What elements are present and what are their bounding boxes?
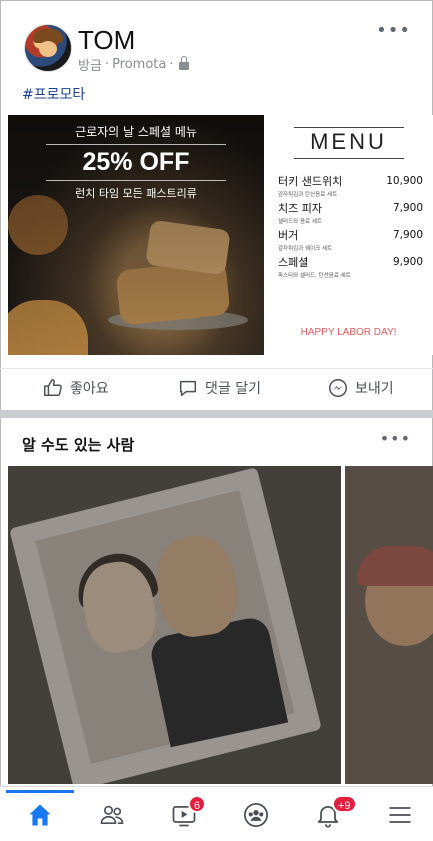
menu-icon [389, 806, 411, 823]
share-button[interactable]: 보내기 [327, 377, 394, 399]
post-meta: 방금 · Promota · [78, 55, 189, 74]
promo-footer: 런치 타임 모든 패스트리류 [75, 187, 197, 200]
notifications-badge: +9 [332, 795, 357, 813]
menu-panel: MENU 터키 샌드위치 감자튀김과 탄산음료 세트 10,900 치즈 피자 … [264, 115, 433, 355]
menu-item: 치즈 피자 샐러드와 음료 세트 7,900 [278, 200, 423, 225]
promo-headline: 25% OFF [82, 148, 190, 176]
menu-item-price: 10,900 [386, 175, 423, 187]
avatar-face [39, 41, 57, 57]
comment-button[interactable]: 댓글 달기 [177, 377, 261, 399]
menu-item: 버거 감자튀김과 쉐이크 세트 7,900 [278, 227, 423, 252]
lock-icon [178, 55, 189, 70]
like-button[interactable]: 좋아요 [42, 377, 109, 399]
menu-footer: HAPPY LABOR DAY! [300, 327, 397, 338]
nav-watch[interactable]: 6 [148, 787, 220, 841]
pastry-photo: 근로자의 날 스페셜 메뉴 25% OFF 런치 타임 모든 패스트리류 [8, 115, 264, 355]
share-label: 보내기 [355, 381, 394, 397]
author-avatar[interactable] [24, 24, 72, 72]
post-actions: 좋아요 댓글 달기 보내기 [0, 368, 433, 410]
menu-item-price: 7,900 [392, 202, 423, 214]
menu-item-desc: 감자튀김과 쉐이크 세트 [278, 246, 333, 252]
like-label: 좋아요 [70, 381, 109, 397]
meta-separator: · [169, 57, 174, 72]
friends-icon [100, 805, 124, 824]
menu-item-desc: 감자튀김과 탄산음료 세트 [278, 192, 338, 198]
promo-divider [46, 144, 226, 145]
comment-label: 댓글 달기 [205, 381, 261, 397]
menu-item: 터키 샌드위치 감자튀김과 탄산음료 세트 10,900 [278, 173, 423, 198]
thumbs-up-icon [44, 379, 62, 397]
post-header: TOM 방금 · Promota · ••• #프로모타 [0, 0, 433, 112]
menu-item-price: 7,900 [392, 229, 423, 241]
nav-groups[interactable] [220, 787, 292, 841]
bottom-nav: 6 +9 [0, 786, 433, 841]
menu-item-desc: 파스타와 샐러드, 탄산음료 세트 [278, 273, 351, 279]
nav-home[interactable] [4, 787, 76, 841]
pymk-title: 알 수도 있는 사람 [22, 436, 135, 454]
nav-notifications[interactable]: +9 [292, 787, 364, 841]
post-time[interactable]: 방금 [78, 55, 102, 74]
pymk-header: 알 수도 있는 사람 ••• [0, 418, 433, 466]
menu-divider [294, 158, 404, 159]
meta-separator: · [104, 57, 110, 72]
nav-menu[interactable] [364, 787, 433, 841]
menu-item: 스페셜 파스타와 샐러드, 탄산음료 세트 9,900 [278, 254, 423, 279]
messenger-icon [329, 379, 347, 397]
promo-subtitle: 근로자의 날 스페셜 메뉴 [75, 125, 197, 139]
home-icon [29, 804, 51, 825]
pymk-card[interactable] [8, 466, 341, 784]
menu-item-price: 9,900 [392, 256, 423, 268]
pymk-card[interactable] [345, 466, 433, 784]
menu-divider [294, 127, 404, 128]
menu-title: MENU [310, 129, 387, 154]
more-options-icon[interactable]: ••• [376, 22, 411, 40]
nav-friends[interactable] [76, 787, 148, 841]
groups-icon [244, 802, 268, 827]
post-source: Promota [112, 57, 167, 72]
more-options-icon[interactable]: ••• [380, 431, 411, 447]
menu-item-desc: 샐러드와 음료 세트 [278, 219, 322, 225]
post-image[interactable]: 근로자의 날 스페셜 메뉴 25% OFF 런치 타임 모든 패스트리류 MEN… [8, 115, 433, 355]
post-hashtag[interactable]: #프로모타 [22, 84, 85, 104]
section-divider [0, 410, 433, 418]
promo-divider [46, 180, 226, 181]
video-badge: 6 [188, 795, 207, 813]
author-name[interactable]: TOM [78, 26, 135, 54]
comment-icon [179, 380, 197, 397]
